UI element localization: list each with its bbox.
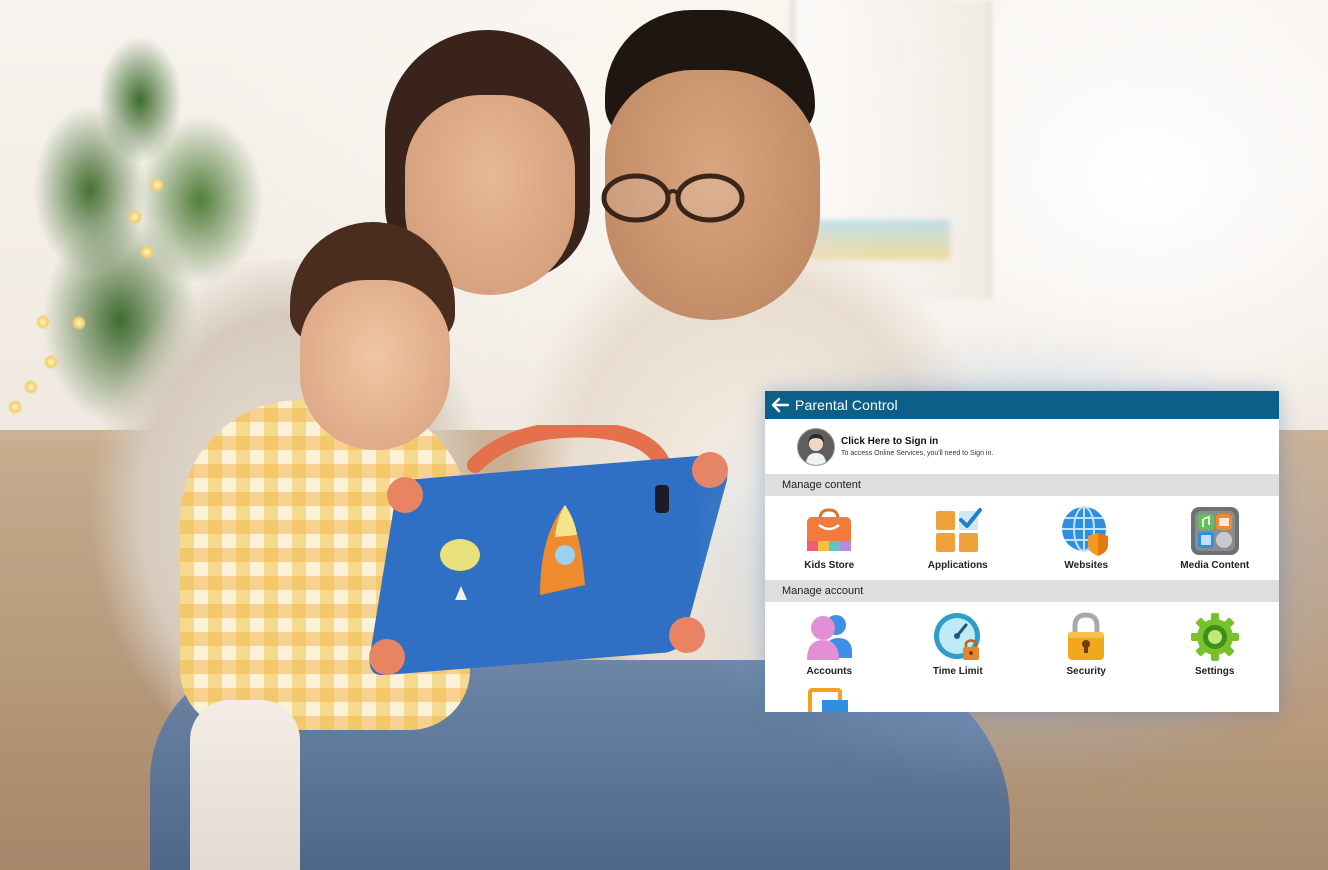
sign-in-subtitle: To access Online Services, you'll need t… xyxy=(841,450,994,457)
shopping-bag-icon xyxy=(807,508,852,551)
tile-time-limit[interactable]: Time Limit xyxy=(894,602,1023,686)
gear-icon xyxy=(1190,613,1239,661)
tile-websites[interactable]: Websites xyxy=(1022,496,1151,580)
avatar-icon xyxy=(797,427,835,466)
tile-kids-store[interactable]: Kids Store xyxy=(765,496,894,580)
sign-in-row[interactable]: Click Here to Sign in To access Online S… xyxy=(765,419,1279,474)
tile-label: Settings xyxy=(1195,666,1235,677)
manage-account-grid: Accounts Time Limit Security Settings xyxy=(765,602,1279,686)
tile-media-content[interactable]: Media Content xyxy=(1151,496,1280,580)
parental-control-window: Parental Control Click Here to Sign in T… xyxy=(765,391,1279,712)
tile-label: Time Limit xyxy=(932,666,983,677)
media-content-icon xyxy=(1190,507,1239,555)
tile-label: Accounts xyxy=(806,666,853,677)
globe-shield-icon xyxy=(1062,506,1109,556)
tile-security[interactable]: Security xyxy=(1022,602,1151,686)
kids-tablet-image xyxy=(369,425,728,675)
title-bar: Parental Control xyxy=(765,391,1279,419)
section-manage-account: Manage account xyxy=(765,580,1279,602)
partial-tile-icon xyxy=(808,688,848,712)
tile-label: Kids Store xyxy=(804,560,855,571)
padlock-icon xyxy=(1068,612,1105,660)
accounts-icon xyxy=(807,615,853,660)
sign-in-title: Click Here to Sign in xyxy=(841,436,939,447)
tile-applications[interactable]: Applications xyxy=(894,496,1023,580)
tile-label: Applications xyxy=(927,560,988,571)
glasses-icon xyxy=(601,173,745,223)
baby-legs xyxy=(190,700,300,870)
time-limit-icon xyxy=(933,613,980,660)
tile-label: Websites xyxy=(1064,560,1109,571)
tile-settings[interactable]: Settings xyxy=(1151,602,1280,686)
back-button[interactable] xyxy=(769,394,791,416)
next-row-partial xyxy=(765,686,1279,712)
tile-accounts[interactable]: Accounts xyxy=(765,602,894,686)
manage-content-grid: Kids Store Applications Websites Media C… xyxy=(765,496,1279,580)
tile-label: Security xyxy=(1066,666,1106,677)
arrow-left-icon xyxy=(771,397,790,413)
applications-grid-icon xyxy=(935,508,982,552)
tile-label: Media Content xyxy=(1180,560,1250,571)
page-title: Parental Control xyxy=(795,397,898,413)
section-manage-content: Manage content xyxy=(765,474,1279,496)
